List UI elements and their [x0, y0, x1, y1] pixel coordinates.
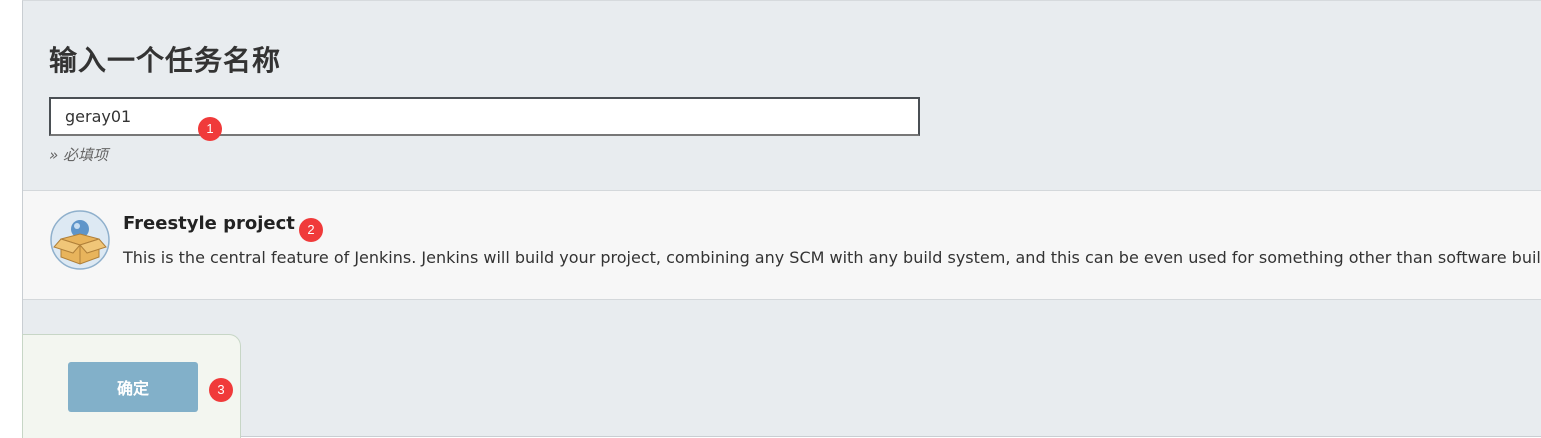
project-type-title: Freestyle project — [123, 213, 295, 234]
project-type-description: This is the central feature of Jenkins. … — [123, 248, 1541, 267]
footer-panel: 确定 3 — [22, 334, 241, 438]
new-item-page: 输入一个任务名称 1 » 必填项 Freestyle project 2 Thi… — [22, 0, 1541, 438]
item-name-input[interactable] — [49, 97, 920, 136]
annotation-badge-3: 3 — [209, 378, 233, 402]
required-hint: » 必填项 — [49, 146, 109, 164]
annotation-badge-2: 2 — [299, 218, 323, 242]
page-title: 输入一个任务名称 — [49, 44, 282, 77]
project-type-freestyle[interactable]: Freestyle project 2 This is the central … — [23, 190, 1541, 300]
annotation-badge-1: 1 — [198, 117, 222, 141]
ok-button[interactable]: 确定 — [68, 362, 198, 412]
freestyle-project-icon — [49, 209, 111, 271]
